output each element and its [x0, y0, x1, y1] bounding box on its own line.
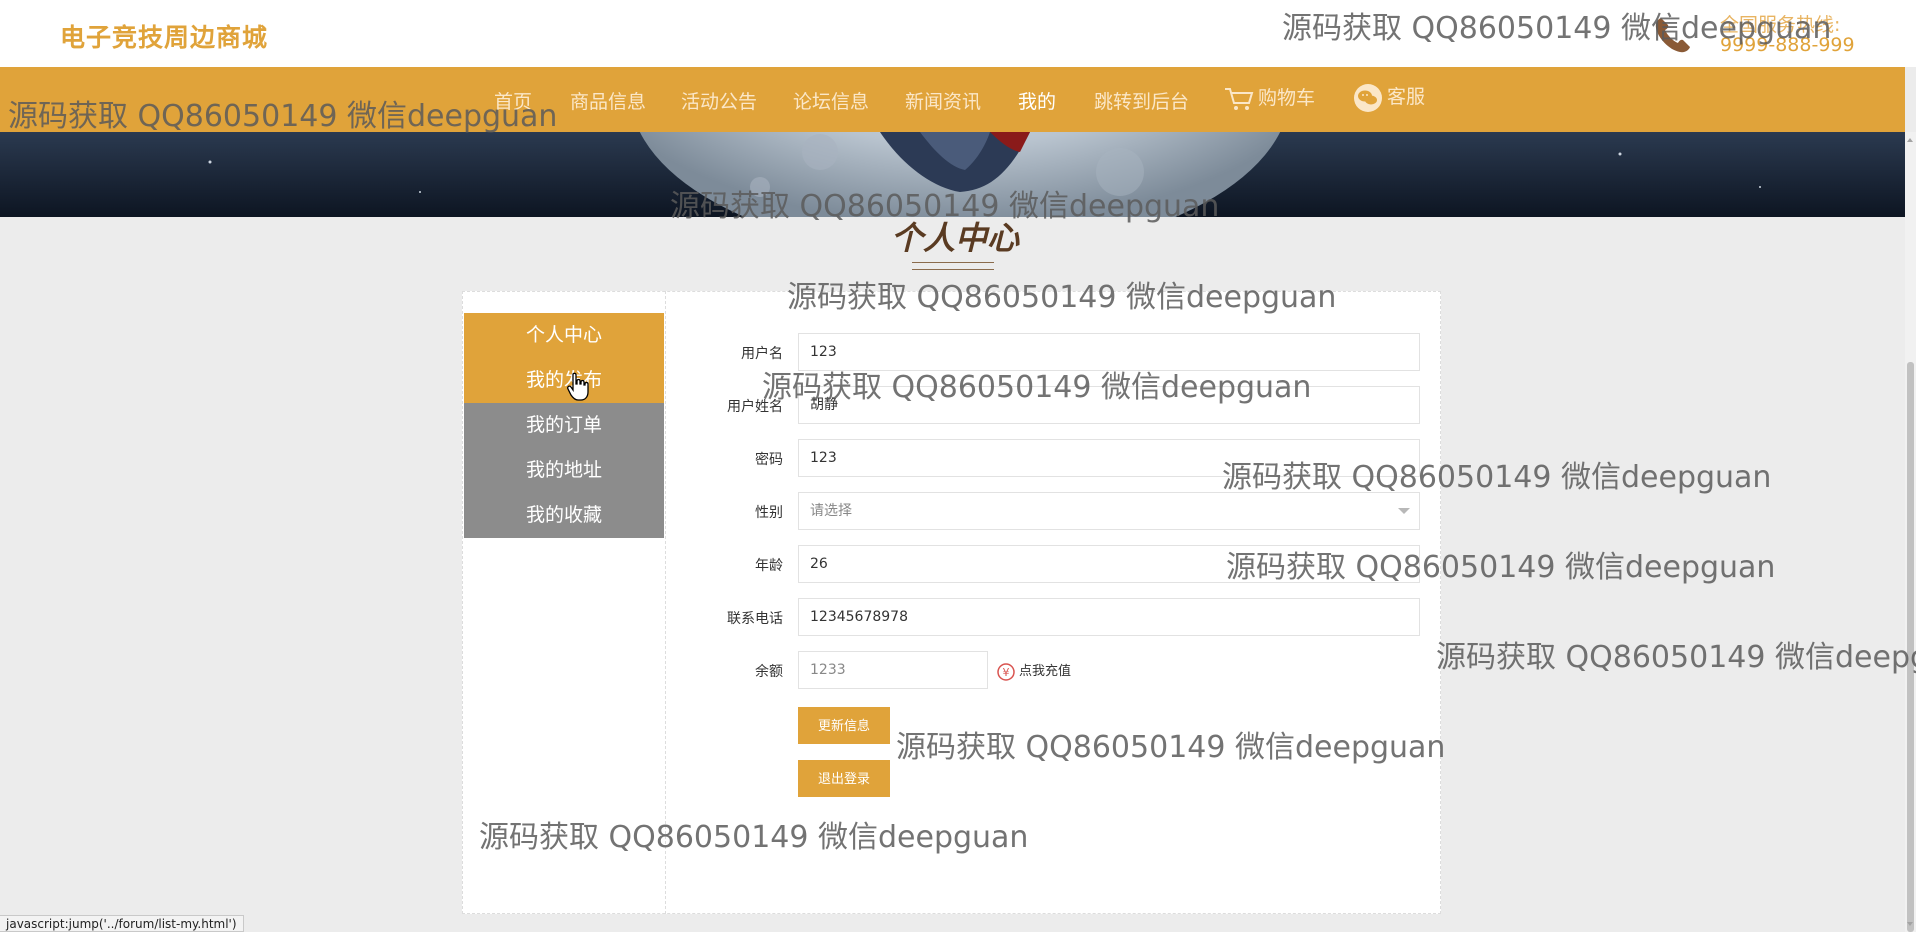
recharge-link[interactable]: ¥ 点我充值: [997, 660, 1071, 681]
side-menu: 个人中心 我的发布 我的订单 我的地址 我的收藏: [464, 313, 664, 538]
page-title: 个人中心: [890, 219, 1019, 257]
username-field[interactable]: 123: [798, 333, 1420, 371]
banner-art: [0, 132, 1905, 217]
wechat-icon: [1354, 83, 1382, 112]
nav-service-label: 客服: [1387, 86, 1426, 108]
nav-forum[interactable]: 论坛信息: [793, 87, 869, 114]
hand-cursor-icon: [567, 372, 589, 401]
password-field[interactable]: 123: [798, 439, 1420, 477]
svg-text:¥: ¥: [1003, 666, 1010, 679]
banner-image: [0, 132, 1905, 217]
nav-home[interactable]: 首页: [494, 87, 532, 114]
gender-select[interactable]: 请选择: [798, 492, 1420, 530]
site-title[interactable]: 电子竞技周边商城: [60, 18, 268, 54]
realname-label: 用户姓名: [727, 399, 783, 415]
balance-label: 余额: [755, 664, 783, 680]
side-item-profile[interactable]: 个人中心: [464, 313, 664, 358]
scroll-down-icon[interactable]: [1907, 922, 1913, 926]
hotline-label: 全国服务热线:: [1720, 14, 1841, 36]
phone-label: 联系电话: [727, 611, 783, 627]
panel-divider: [665, 291, 666, 914]
nav-cart-label: 购物车: [1258, 87, 1316, 109]
side-item-my-orders[interactable]: 我的订单: [464, 403, 664, 448]
hotline-number: 9999-888-999: [1720, 34, 1855, 56]
password-label: 密码: [755, 452, 783, 468]
gender-label: 性别: [755, 505, 783, 521]
phone-icon: [1655, 18, 1690, 53]
age-field[interactable]: 26: [798, 545, 1420, 583]
side-item-my-posts[interactable]: 我的发布: [464, 358, 664, 403]
heading-underline: [912, 262, 994, 270]
watermark-clip: 源码获取 QQ86050149 微信deepguan: [1400, 628, 1916, 678]
page-scrollbar[interactable]: [1905, 132, 1916, 932]
nav-products[interactable]: 商品信息: [570, 87, 646, 114]
chevron-down-icon[interactable]: [1398, 508, 1410, 514]
recharge-label: 点我充值: [1019, 664, 1072, 679]
main-nav: 首页 商品信息 活动公告 论坛信息 新闻资讯 我的 跳转到后台 购物车 客服: [0, 67, 1905, 132]
yuan-icon: ¥: [997, 662, 1015, 681]
side-item-my-favorites[interactable]: 我的收藏: [464, 493, 664, 538]
nav-mine[interactable]: 我的: [1018, 87, 1056, 114]
top-header: 电子竞技周边商城 全国服务热线: 9999-888-999: [0, 0, 1916, 67]
nav-cart[interactable]: 购物车: [1224, 83, 1315, 112]
realname-field[interactable]: 胡静: [798, 386, 1420, 424]
balance-field: 1233: [798, 651, 988, 689]
status-bar-link: javascript:jump('../forum/list-my.html'): [0, 915, 244, 932]
nav-announcements[interactable]: 活动公告: [681, 87, 757, 114]
logout-button[interactable]: 退出登录: [798, 760, 890, 797]
phone-field[interactable]: 12345678978: [798, 598, 1420, 636]
age-label: 年龄: [755, 558, 783, 574]
update-info-button[interactable]: 更新信息: [798, 707, 890, 744]
scroll-up-icon[interactable]: [1907, 138, 1913, 142]
nav-service[interactable]: 客服: [1353, 82, 1425, 113]
watermark: 源码获取 QQ86050149 微信deepguan: [1436, 640, 1916, 675]
nav-admin[interactable]: 跳转到后台: [1094, 87, 1189, 114]
side-item-my-address[interactable]: 我的地址: [464, 448, 664, 493]
nav-news[interactable]: 新闻资讯: [905, 87, 981, 114]
cart-icon: [1225, 87, 1254, 110]
hotline-block: 全国服务热线: 9999-888-999: [1652, 8, 1855, 58]
username-label: 用户名: [741, 346, 783, 362]
